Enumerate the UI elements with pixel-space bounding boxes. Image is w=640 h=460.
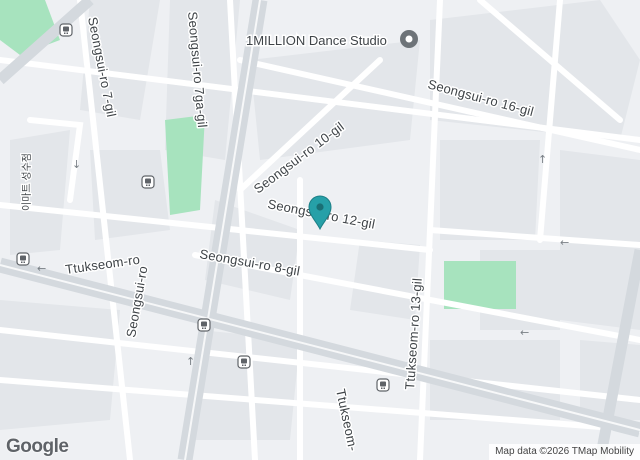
google-logo: Google <box>6 436 69 457</box>
place-pin-icon[interactable] <box>400 30 418 48</box>
map-canvas[interactable]: ← ← ← ↑ ↑ ↓ Seongsui-ro Seongsui-ro 7-gi… <box>0 0 640 460</box>
poi-label-dance-studio[interactable]: 1MILLION Dance Studio <box>245 32 389 50</box>
one-way-arrow-icon: ↑ <box>538 153 547 166</box>
bus-stop-icon[interactable] <box>141 175 155 189</box>
bus-stop-icon[interactable] <box>237 355 251 369</box>
map-attribution[interactable]: Map data ©2026 TMap Mobility <box>489 444 640 460</box>
bus-stop-icon[interactable] <box>59 23 73 37</box>
one-way-arrow-icon: ← <box>520 326 529 339</box>
map-viewport[interactable]: ← ← ← ↑ ↑ ↓ Seongsui-ro Seongsui-ro 7-gi… <box>0 0 640 460</box>
one-way-arrow-icon: ↑ <box>186 355 195 368</box>
poi-label-emart[interactable]: 이마트 성수점 <box>20 152 35 212</box>
bus-stop-icon[interactable] <box>16 252 30 266</box>
one-way-arrow-icon: ← <box>37 262 46 275</box>
park-area <box>165 115 205 215</box>
bus-stop-icon[interactable] <box>197 318 211 332</box>
bus-stop-icon[interactable] <box>376 378 390 392</box>
one-way-arrow-icon: ↓ <box>72 158 81 171</box>
one-way-arrow-icon: ← <box>560 236 569 249</box>
